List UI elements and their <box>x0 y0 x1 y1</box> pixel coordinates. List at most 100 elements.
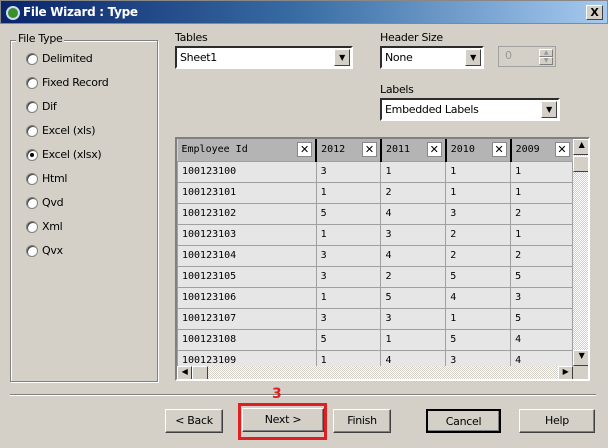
tables-label: Tables <box>175 31 208 44</box>
radio-button-icon[interactable] <box>26 244 38 257</box>
radio-button-icon[interactable] <box>26 148 38 161</box>
header-size-select[interactable]: None ▼ <box>380 46 484 69</box>
radio-delimited[interactable]: Delimited <box>26 52 93 65</box>
close-button[interactable]: X <box>586 5 603 20</box>
radio-qvx[interactable]: Qvx <box>26 244 63 257</box>
table-cell: 1 <box>445 160 512 183</box>
column-header[interactable]: 2010 ✕ <box>444 139 511 161</box>
back-button[interactable]: < Back <box>165 409 223 433</box>
table-cell: 3 <box>315 307 382 330</box>
scroll-up-icon[interactable]: ▲ <box>573 139 588 155</box>
table-cell: 100123100 <box>177 160 317 183</box>
table-cell: 5 <box>445 328 512 351</box>
header-size-spinner: 0 ▲ ▼ <box>498 46 556 67</box>
labels-value: Embedded Labels <box>385 103 479 116</box>
table-cell: 100123108 <box>177 328 317 351</box>
radio-button-icon[interactable] <box>26 220 38 233</box>
table-cell: 1 <box>510 181 573 204</box>
column-header[interactable]: 2009 ✕ <box>509 139 573 161</box>
column-header[interactable]: 2011 ✕ <box>379 139 446 161</box>
column-header-label: 2009 <box>515 144 540 156</box>
table-cell: 2 <box>445 244 512 267</box>
table-cell: 1 <box>380 160 447 183</box>
preview-grid: Employee Id ✕ 2012 ✕ 2011 ✕ 2010 ✕ 2009 ✕ 10012310… <box>175 137 590 381</box>
table-cell: 3 <box>510 286 573 309</box>
spinner-value: 0 <box>505 49 512 62</box>
radio-button-icon[interactable] <box>26 196 38 209</box>
scroll-right-icon[interactable]: ▶ <box>558 366 573 379</box>
radio-fixed-record[interactable]: Fixed Record <box>26 76 109 89</box>
scroll-left-icon[interactable]: ◀ <box>177 366 192 379</box>
table-cell: 1 <box>315 223 382 246</box>
remove-column-icon[interactable]: ✕ <box>554 142 570 157</box>
column-header-label: 2010 <box>450 144 475 156</box>
table-cell: 4 <box>380 244 447 267</box>
table-cell: 5 <box>315 328 382 351</box>
table-cell: 2 <box>380 265 447 288</box>
radio-label: Qvx <box>42 244 63 257</box>
scroll-thumb[interactable] <box>192 366 208 379</box>
header-size-value: None <box>385 51 413 64</box>
cancel-button[interactable]: Cancel <box>426 409 501 433</box>
remove-column-icon[interactable]: ✕ <box>297 142 313 157</box>
horizontal-scrollbar[interactable]: ◀ ▶ <box>177 366 573 379</box>
radio-label: Excel (xls) <box>42 124 96 137</box>
vertical-scrollbar[interactable]: ▲ ▼ <box>573 139 588 366</box>
window-title: File Wizard : Type <box>23 5 138 19</box>
table-cell: 1 <box>445 181 512 204</box>
radio-xml[interactable]: Xml <box>26 220 63 233</box>
chevron-down-icon[interactable]: ▼ <box>334 49 350 66</box>
remove-column-icon[interactable]: ✕ <box>491 142 507 157</box>
title-bar: File Wizard : Type X <box>0 0 608 24</box>
scroll-thumb[interactable] <box>573 156 588 172</box>
table-cell: 100123101 <box>177 181 317 204</box>
table-cell: 1 <box>315 181 382 204</box>
table-row: 100123108 5 1 5 4 <box>177 328 573 351</box>
table-cell: 100123105 <box>177 265 317 288</box>
table-row: 100123107 3 3 1 5 <box>177 307 573 330</box>
table-cell: 5 <box>380 286 447 309</box>
table-cell: 4 <box>445 286 512 309</box>
table-cell: 5 <box>510 265 573 288</box>
tables-value: Sheet1 <box>180 51 218 64</box>
tables-select[interactable]: Sheet1 ▼ <box>175 46 353 69</box>
radio-excel-xls[interactable]: Excel (xls) <box>26 124 96 137</box>
table-cell: 100123102 <box>177 202 317 225</box>
table-cell: 1 <box>315 286 382 309</box>
help-button[interactable]: Help <box>519 409 595 433</box>
radio-dif[interactable]: Dif <box>26 100 57 113</box>
radio-qvd[interactable]: Qvd <box>26 196 64 209</box>
column-header[interactable]: Employee Id ✕ <box>177 139 317 161</box>
column-header[interactable]: 2012 ✕ <box>315 139 381 161</box>
labels-select[interactable]: Embedded Labels ▼ <box>380 98 560 121</box>
radio-button-icon[interactable] <box>26 172 38 185</box>
radio-button-icon[interactable] <box>26 100 38 113</box>
chevron-down-icon[interactable]: ▼ <box>465 49 481 66</box>
highlight-box <box>238 403 327 440</box>
step-annotation: 3 <box>272 386 282 402</box>
table-row: 100123102 5 4 3 2 <box>177 202 573 225</box>
column-header-label: 2012 <box>321 144 346 156</box>
scroll-down-icon[interactable]: ▼ <box>573 350 588 366</box>
table-cell: 3 <box>380 223 447 246</box>
radio-label: Dif <box>42 100 57 113</box>
radio-label: Fixed Record <box>42 76 109 89</box>
table-cell: 1 <box>445 307 512 330</box>
table-cell: 3 <box>315 265 382 288</box>
remove-column-icon[interactable]: ✕ <box>426 142 442 157</box>
table-cell: 3 <box>315 244 382 267</box>
radio-button-icon[interactable] <box>26 124 38 137</box>
finish-button[interactable]: Finish <box>333 409 391 433</box>
table-cell: 4 <box>510 328 573 351</box>
table-cell: 2 <box>445 223 512 246</box>
radio-button-icon[interactable] <box>26 52 38 65</box>
remove-column-icon[interactable]: ✕ <box>361 142 377 157</box>
radio-excel-xlsx[interactable]: Excel (xlsx) <box>26 148 102 161</box>
table-row: 100123104 3 4 2 2 <box>177 244 573 267</box>
table-cell: 1 <box>510 223 573 246</box>
radio-html[interactable]: Html <box>26 172 67 185</box>
file-type-group <box>10 40 158 382</box>
chevron-down-icon[interactable]: ▼ <box>541 101 557 118</box>
radio-button-icon[interactable] <box>26 76 38 89</box>
spin-down-icon: ▼ <box>539 57 553 65</box>
